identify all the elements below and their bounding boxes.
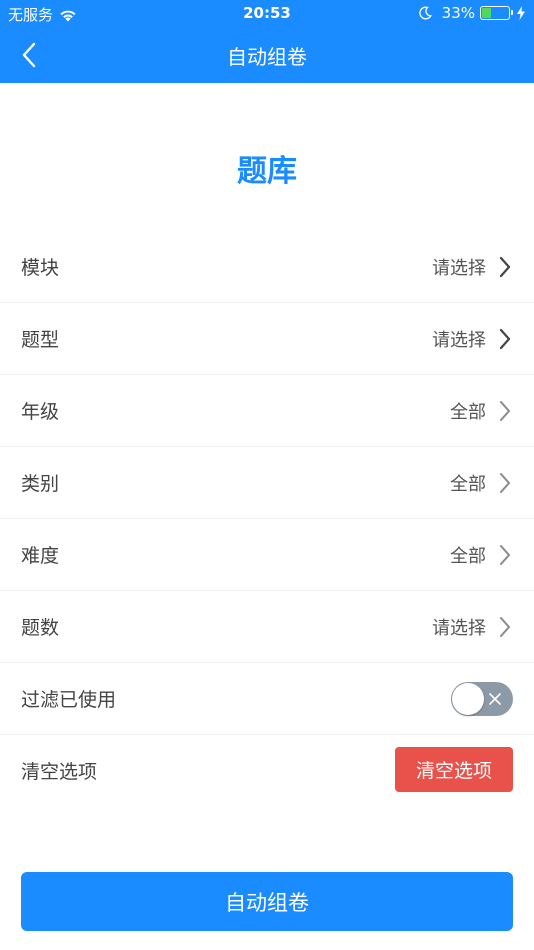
row-clear-options: 清空选项 清空选项 — [0, 735, 534, 807]
row-value: 全部 — [450, 546, 486, 567]
row-label: 类别 — [21, 473, 60, 495]
nav-bar: 自动组卷 — [0, 28, 534, 83]
chevron-right-icon — [500, 473, 510, 493]
row-label: 难度 — [21, 545, 60, 567]
row-value: 请选择 — [432, 618, 486, 639]
chevron-right-icon — [500, 401, 510, 421]
moon-icon — [418, 6, 432, 20]
row-grade[interactable]: 年级 全部 — [0, 375, 534, 447]
auto-generate-button[interactable]: 自动组卷 — [21, 872, 513, 931]
battery-level-fill — [482, 8, 492, 18]
row-question-count[interactable]: 题数 请选择 — [0, 591, 534, 663]
settings-list: 模块 请选择 题型 请选择 年级 全部 类别 全部 难度 全部 题数 请选择 过… — [0, 231, 534, 807]
row-label: 过滤已使用 — [21, 689, 117, 711]
row-label: 清空选项 — [21, 761, 98, 783]
row-difficulty[interactable]: 难度 全部 — [0, 519, 534, 591]
toggle-knob — [452, 683, 484, 715]
chevron-right-icon — [499, 256, 511, 278]
row-label: 年级 — [21, 401, 60, 423]
header: 无服务 20:53 33% 自动组卷 — [0, 0, 534, 83]
battery-icon — [480, 6, 513, 20]
battery-percent: 33% — [441, 4, 475, 22]
row-value: 全部 — [450, 402, 486, 423]
section-title: 题库 — [237, 154, 297, 189]
page-title: 自动组卷 — [227, 45, 307, 69]
chevron-right-icon — [499, 328, 511, 350]
chevron-right-icon — [500, 617, 510, 637]
filter-used-toggle[interactable] — [451, 682, 513, 716]
screen: 无服务 20:53 33% 自动组卷 题库 模块 请选择 题型 请选择 年级 全… — [0, 0, 534, 950]
close-icon — [489, 693, 501, 705]
row-value: 请选择 — [432, 258, 486, 279]
row-module[interactable]: 模块 请选择 — [0, 231, 534, 303]
row-label: 题型 — [21, 329, 60, 351]
chevron-right-icon — [500, 545, 510, 565]
row-question-type[interactable]: 题型 请选择 — [0, 303, 534, 375]
charging-bolt-icon — [517, 6, 525, 20]
row-value: 请选择 — [432, 330, 486, 351]
row-value: 全部 — [450, 474, 486, 495]
status-bar: 无服务 20:53 33% — [0, 0, 534, 28]
status-right: 33% — [418, 4, 526, 22]
row-category[interactable]: 类别 全部 — [0, 447, 534, 519]
clear-options-button[interactable]: 清空选项 — [395, 747, 513, 792]
row-label: 模块 — [21, 257, 60, 279]
row-label: 题数 — [21, 617, 60, 639]
row-filter-used: 过滤已使用 — [0, 663, 534, 735]
